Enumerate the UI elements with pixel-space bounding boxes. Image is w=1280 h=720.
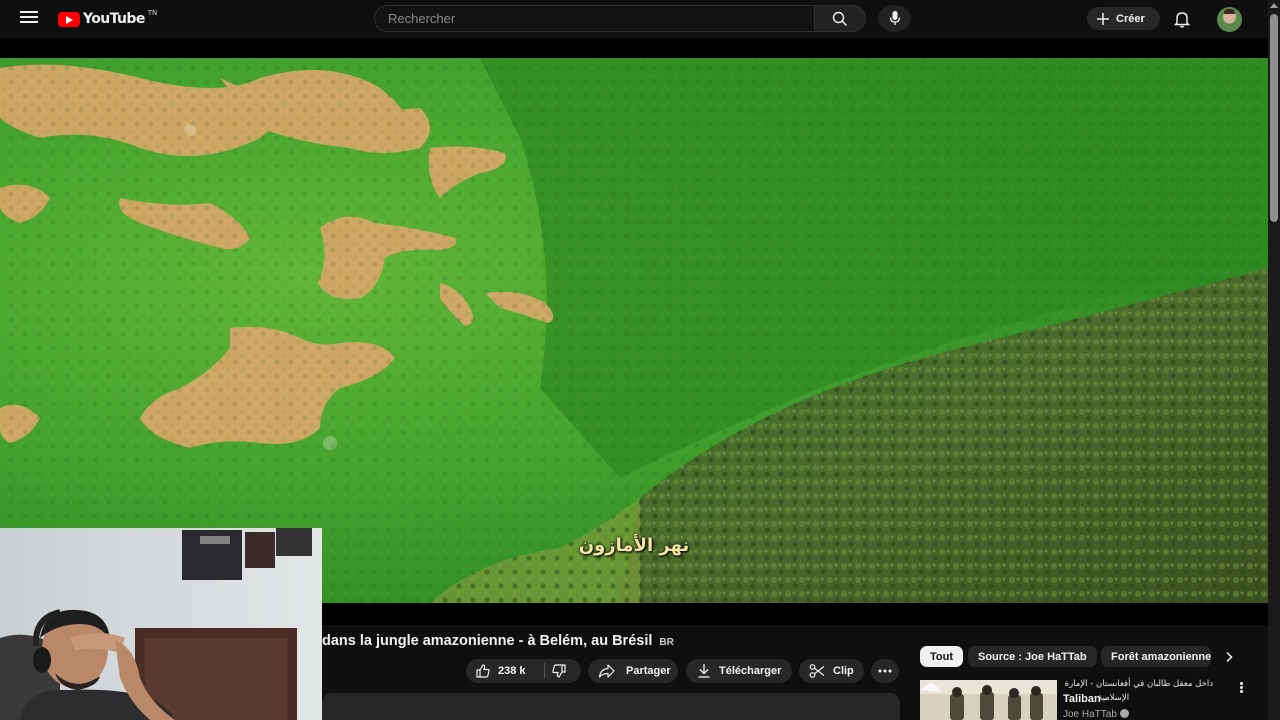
bell-icon <box>1173 12 1191 28</box>
aerial-jungle-frame <box>0 58 1268 603</box>
avatar[interactable] <box>1217 7 1242 32</box>
description-box[interactable] <box>322 693 900 720</box>
logo-text: YouTube <box>83 11 145 27</box>
scroll-up-arrow[interactable] <box>1270 3 1278 8</box>
like-count: 238 k <box>498 665 526 677</box>
suggestion-thumbnail[interactable] <box>920 680 1057 720</box>
mic-icon <box>889 11 901 25</box>
like-dislike-group: 238 k <box>466 659 581 683</box>
share-label: Partager <box>626 665 671 677</box>
scrollbar-thumb[interactable] <box>1270 14 1278 222</box>
more-vert-icon <box>1234 682 1248 693</box>
chip-forest[interactable]: Forêt amazonienne <box>1101 646 1211 667</box>
thumbs-down-icon <box>552 664 566 678</box>
share-button[interactable]: Partager <box>588 659 678 683</box>
share-icon <box>598 664 615 678</box>
youtube-logo[interactable]: YouTube TN <box>58 9 157 29</box>
chevron-right-icon <box>1226 651 1233 663</box>
search-icon <box>832 11 848 27</box>
video-title-text: dans la jungle amazonienne - à Belém, au… <box>322 633 653 649</box>
notifications-button[interactable] <box>1171 8 1193 30</box>
clip-button[interactable]: Clip <box>799 659 864 683</box>
suggestion-channel[interactable]: Joe HaTTab <box>1063 709 1129 720</box>
chips-next-button[interactable] <box>1220 648 1238 666</box>
suggestion-thumbnail-image <box>920 680 1057 720</box>
chip-all[interactable]: Tout <box>920 646 964 667</box>
country-badge: BR <box>659 637 674 648</box>
search-bar <box>374 5 866 32</box>
suggestion-title-arabic-2[interactable]: الإسلامية <box>1098 693 1129 703</box>
suggestion-channel-name: Joe HaTTab <box>1063 709 1117 720</box>
logo-country-code: TN <box>147 9 158 17</box>
verified-icon <box>1119 709 1129 718</box>
download-label: Télécharger <box>719 665 782 677</box>
video-title: dans la jungle amazonienne - à Belém, au… <box>322 633 674 649</box>
voice-search-button[interactable] <box>878 5 911 32</box>
clip-label: Clip <box>833 665 854 677</box>
download-button[interactable]: Télécharger <box>686 659 792 683</box>
dislike-button[interactable] <box>544 659 581 683</box>
top-bar: YouTube TN Créer <box>0 0 1268 38</box>
like-button[interactable]: 238 k <box>466 659 544 683</box>
create-button[interactable]: Créer <box>1087 7 1160 30</box>
more-horiz-icon <box>878 669 892 673</box>
menu-icon[interactable] <box>18 8 40 30</box>
thumbs-up-icon <box>476 664 490 678</box>
youtube-logo-icon <box>58 11 80 27</box>
suggestion-menu-button[interactable] <box>1234 681 1248 697</box>
create-label: Créer <box>1116 12 1145 25</box>
webcam-overlay <box>0 528 322 720</box>
plus-icon <box>1097 12 1109 25</box>
video-frame[interactable]: نهر الأمازون <box>0 58 1268 603</box>
more-actions-button[interactable] <box>871 659 899 683</box>
chip-source[interactable]: Source : Joe HaTTab <box>968 646 1097 667</box>
search-input[interactable] <box>374 5 814 32</box>
like-divider <box>544 663 545 679</box>
suggestion-title-arabic[interactable]: داخل معقل طالبان في أفغانستان - الإمارة <box>1063 679 1213 690</box>
page-scrollbar[interactable] <box>1268 0 1280 720</box>
scissors-icon <box>809 664 825 678</box>
webcam-feed <box>0 528 322 720</box>
search-button[interactable] <box>814 5 866 32</box>
download-icon <box>698 664 710 678</box>
